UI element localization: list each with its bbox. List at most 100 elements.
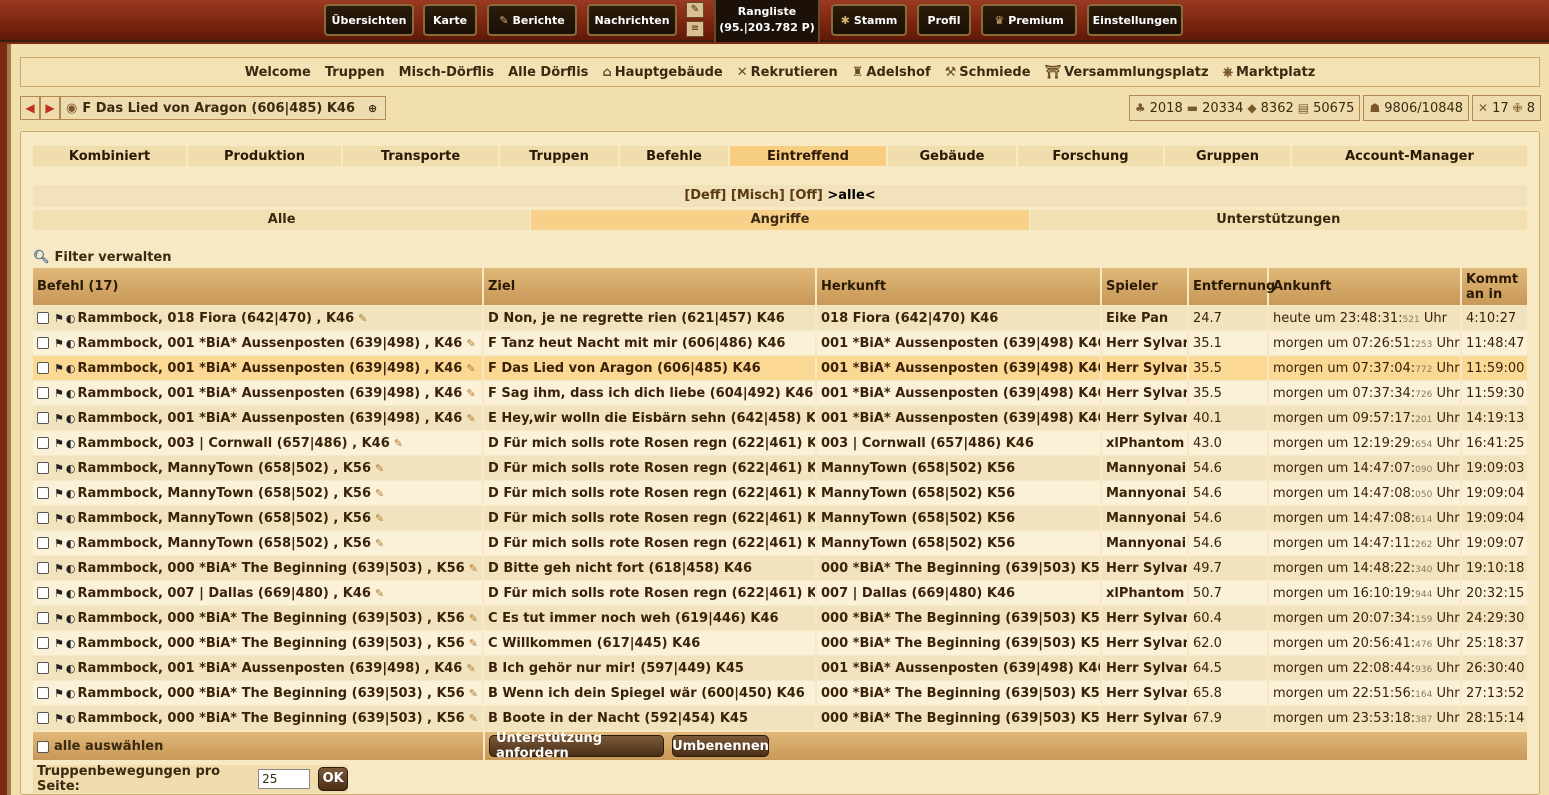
- type-unterstuetzungen[interactable]: Unterstützungen: [1029, 210, 1527, 230]
- row-checkbox[interactable]: [37, 512, 49, 524]
- cell-spieler[interactable]: Herr Sylvan: [1102, 355, 1189, 380]
- dropdown-icon[interactable]: ⊕: [368, 102, 377, 115]
- rename-button[interactable]: Umbenennen: [672, 735, 769, 757]
- per-page-input[interactable]: 25: [258, 769, 311, 789]
- command-link[interactable]: Rammbock, 001 *BiA* Aussenposten (639|49…: [77, 661, 462, 676]
- cell-spieler[interactable]: Herr Sylvan: [1102, 555, 1189, 580]
- cell-herkunft[interactable]: 001 *BiA* Aussenposten (639|498) K46: [817, 355, 1102, 380]
- mode-eintreffend[interactable]: Eintreffend: [730, 146, 886, 166]
- col-herkunft[interactable]: Herkunft: [817, 268, 1102, 305]
- col-spieler[interactable]: Spieler: [1102, 268, 1189, 305]
- cell-ziel[interactable]: C Es tut immer noch weh (619|446) K46: [484, 605, 817, 630]
- table-row[interactable]: ⚑ ◐ Rammbock, 000 *BiA* The Beginning (639…: [33, 555, 1527, 580]
- cell-ziel[interactable]: F Das Lied von Aragon (606|485) K46: [484, 355, 817, 380]
- scroll-icon[interactable]: ≡: [686, 21, 704, 37]
- col-kommt[interactable]: Kommt an in: [1462, 268, 1527, 305]
- row-checkbox[interactable]: [37, 362, 49, 374]
- command-link[interactable]: Rammbock, 001 *BiA* Aussenposten (639|49…: [77, 386, 462, 401]
- cell-befehl[interactable]: ⚑ ◐ Rammbock, 001 *BiA* Aussenposten (639|…: [33, 655, 484, 680]
- cell-befehl[interactable]: ⚑ ◐ Rammbock, 000 *BiA* The Beginning (639…: [33, 705, 484, 730]
- table-row[interactable]: ⚑ ◐ Rammbock, 000 *BiA* The Beginning (639…: [33, 630, 1527, 655]
- cell-spieler[interactable]: Herr Sylvan: [1102, 705, 1189, 730]
- quick-schmiede[interactable]: ⚒ Schmiede: [945, 65, 1031, 80]
- mode-transporte[interactable]: Transporte: [343, 146, 498, 166]
- row-checkbox[interactable]: [37, 612, 49, 624]
- row-checkbox[interactable]: [37, 462, 49, 474]
- cell-ziel[interactable]: B Ich gehör nur mir! (597|449) K45: [484, 655, 817, 680]
- mode-kombiniert[interactable]: Kombiniert: [33, 146, 186, 166]
- cell-herkunft[interactable]: MannyTown (658|502) K56: [817, 455, 1102, 480]
- cell-herkunft[interactable]: 000 *BiA* The Beginning (639|503) K56: [817, 630, 1102, 655]
- row-checkbox[interactable]: [37, 487, 49, 499]
- rename-icon[interactable]: ✎: [466, 362, 475, 375]
- rename-icon[interactable]: ✎: [469, 687, 478, 700]
- request-support-button[interactable]: Unterstützung anfordern: [489, 731, 664, 761]
- village-name[interactable]: ◉ F Das Lied von Aragon (606|485) K46 ⊕: [60, 96, 387, 120]
- tab-profil[interactable]: Profil: [917, 4, 971, 36]
- cell-befehl[interactable]: ⚑ ◐ Rammbock, MannyTown (658|502) , K56 ✎: [33, 455, 484, 480]
- cell-ziel[interactable]: D Für mich solls rote Rosen regn (622|46…: [484, 430, 817, 455]
- rename-icon[interactable]: ✎: [358, 312, 367, 325]
- quick-welcome[interactable]: Welcome: [245, 65, 311, 80]
- cell-ziel[interactable]: C Willkommen (617|445) K46: [484, 630, 817, 655]
- row-checkbox[interactable]: [37, 412, 49, 424]
- quick-hauptgebaeude[interactable]: ⌂ Hauptgebäude: [602, 65, 722, 80]
- cell-herkunft[interactable]: 003 | Cornwall (657|486) K46: [817, 430, 1102, 455]
- cell-befehl[interactable]: ⚑ ◐ Rammbock, MannyTown (658|502) , K56 ✎: [33, 480, 484, 505]
- tab-stamm[interactable]: ✱ Stamm: [831, 4, 907, 36]
- command-link[interactable]: Rammbock, 000 *BiA* The Beginning (639|5…: [77, 686, 464, 701]
- cell-herkunft[interactable]: 018 Fiora (642|470) K46: [817, 305, 1102, 330]
- row-checkbox[interactable]: [37, 637, 49, 649]
- ok-button[interactable]: OK: [318, 767, 348, 791]
- row-checkbox[interactable]: [37, 387, 49, 399]
- row-checkbox[interactable]: [37, 712, 49, 724]
- col-ziel[interactable]: Ziel: [484, 268, 817, 305]
- cell-spieler[interactable]: Herr Sylvan: [1102, 330, 1189, 355]
- cell-spieler[interactable]: xlPhantom: [1102, 580, 1189, 605]
- cell-spieler[interactable]: Mannyonair: [1102, 505, 1189, 530]
- group-alle[interactable]: >alle<: [827, 188, 875, 203]
- cell-herkunft[interactable]: MannyTown (658|502) K56: [817, 530, 1102, 555]
- table-row[interactable]: ⚑ ◐ Rammbock, 001 *BiA* Aussenposten (639|…: [33, 655, 1527, 680]
- ranking-box[interactable]: Rangliste (95.|203.782 P): [714, 0, 820, 42]
- cell-ziel[interactable]: F Sag ihm, dass ich dich liebe (604|492)…: [484, 380, 817, 405]
- table-row[interactable]: ⚑ ◐ Rammbock, 001 *BiA* Aussenposten (639|…: [33, 330, 1527, 355]
- mode-truppen[interactable]: Truppen: [500, 146, 618, 166]
- command-link[interactable]: Rammbock, 000 *BiA* The Beginning (639|5…: [77, 636, 464, 651]
- select-all[interactable]: alle auswählen: [37, 739, 163, 754]
- row-checkbox[interactable]: [37, 587, 49, 599]
- cell-befehl[interactable]: ⚑ ◐ Rammbock, 001 *BiA* Aussenposten (639|…: [33, 380, 484, 405]
- row-checkbox[interactable]: [37, 437, 49, 449]
- cell-spieler[interactable]: Mannyonair: [1102, 455, 1189, 480]
- cell-herkunft[interactable]: 000 *BiA* The Beginning (639|503) K56: [817, 555, 1102, 580]
- cell-herkunft[interactable]: MannyTown (658|502) K56: [817, 480, 1102, 505]
- type-angriffe[interactable]: Angriffe: [531, 210, 1029, 230]
- filter-manage-link[interactable]: 🔍︎ Filter verwalten: [33, 250, 172, 265]
- cell-befehl[interactable]: ⚑ ◐ Rammbock, MannyTown (658|502) , K56 ✎: [33, 530, 484, 555]
- row-checkbox[interactable]: [37, 562, 49, 574]
- cell-befehl[interactable]: ⚑ ◐ Rammbock, 000 *BiA* The Beginning (639…: [33, 605, 484, 630]
- row-checkbox[interactable]: [37, 537, 49, 549]
- quick-truppen[interactable]: Truppen: [325, 65, 385, 80]
- group-deff[interactable]: [Deff]: [684, 188, 726, 203]
- table-row[interactable]: ⚑ ◐ Rammbock, 018 Fiora (642|470) , K46 ✎ D …: [33, 305, 1527, 330]
- tab-einstellungen[interactable]: Einstellungen: [1087, 4, 1183, 36]
- command-link[interactable]: Rammbock, 001 *BiA* Aussenposten (639|49…: [77, 336, 462, 351]
- command-link[interactable]: Rammbock, 003 | Cornwall (657|486) , K46: [77, 436, 389, 451]
- cell-ziel[interactable]: B Boote in der Nacht (592|454) K45: [484, 705, 817, 730]
- cell-spieler[interactable]: Eike Pan: [1102, 305, 1189, 330]
- command-link[interactable]: Rammbock, 001 *BiA* Aussenposten (639|49…: [77, 361, 462, 376]
- command-link[interactable]: Rammbock, 001 *BiA* Aussenposten (639|49…: [77, 411, 462, 426]
- table-row[interactable]: ⚑ ◐ Rammbock, MannyTown (658|502) , K56 ✎ D …: [33, 480, 1527, 505]
- tab-berichte[interactable]: ✎ Berichte: [487, 4, 577, 36]
- cell-spieler[interactable]: Mannyonair: [1102, 530, 1189, 555]
- rename-icon[interactable]: ✎: [375, 462, 384, 475]
- quick-rekrutieren[interactable]: ✕ Rekrutieren: [737, 65, 838, 80]
- table-row[interactable]: ⚑ ◐ Rammbock, 000 *BiA* The Beginning (639…: [33, 705, 1527, 730]
- cell-herkunft[interactable]: 001 *BiA* Aussenposten (639|498) K46: [817, 380, 1102, 405]
- quick-alle-doerflis[interactable]: Alle Dörflis: [508, 65, 588, 80]
- command-link[interactable]: Rammbock, 000 *BiA* The Beginning (639|5…: [77, 561, 464, 576]
- tab-nachrichten[interactable]: Nachrichten: [587, 4, 677, 36]
- mode-befehle[interactable]: Befehle: [620, 146, 728, 166]
- table-row[interactable]: ⚑ ◐ Rammbock, 001 *BiA* Aussenposten (639|…: [33, 405, 1527, 430]
